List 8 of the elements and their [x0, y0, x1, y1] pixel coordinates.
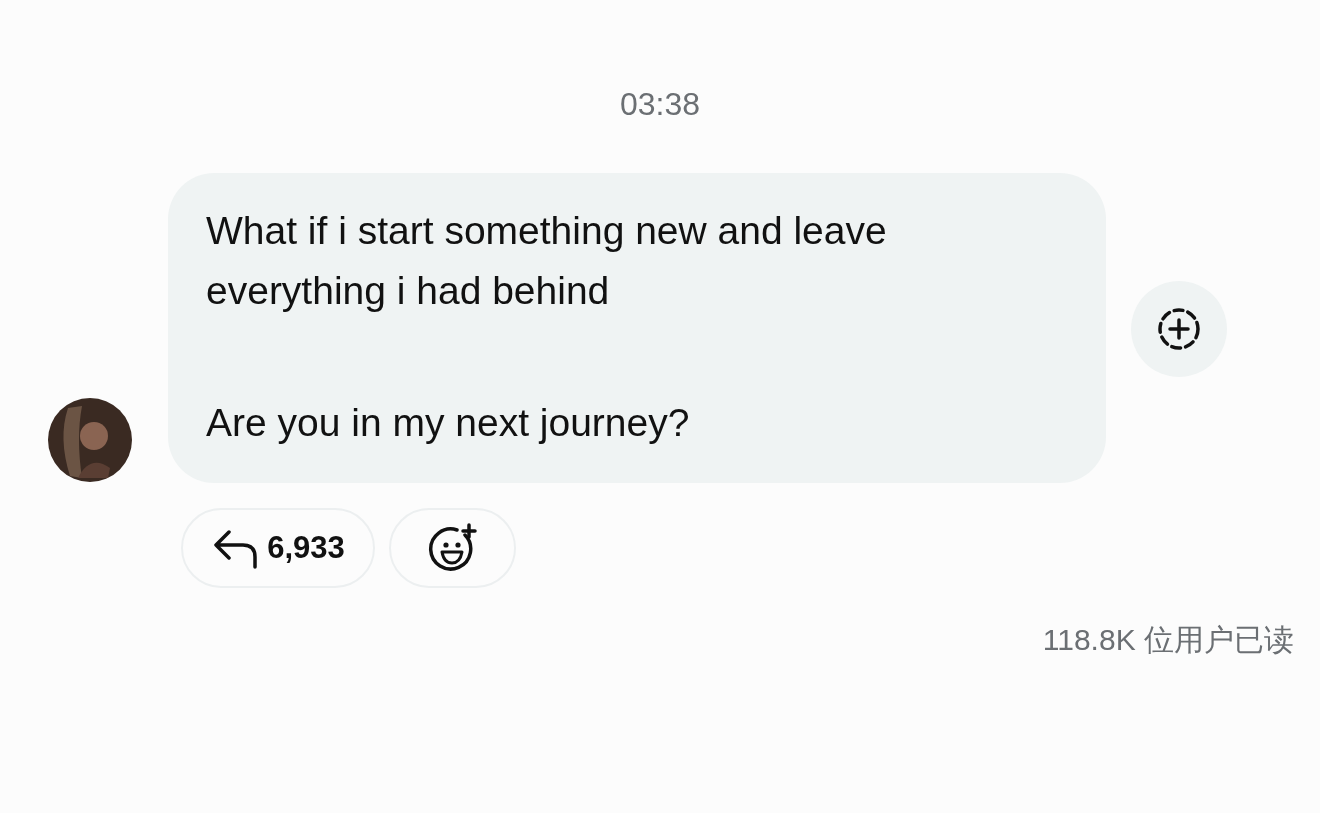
smiley-plus-icon — [426, 523, 479, 573]
avatar[interactable] — [48, 398, 132, 482]
timestamp: 03:38 — [618, 85, 702, 124]
message-text: Are you in my next journey? — [206, 400, 691, 446]
message-text: What if i start something new and leave everything i had behind — [206, 208, 888, 314]
dashed-plus-icon — [1155, 305, 1203, 353]
read-count: 118.8K 位用户已读 — [1041, 622, 1295, 658]
reply-button[interactable]: 6,933 — [181, 508, 375, 588]
